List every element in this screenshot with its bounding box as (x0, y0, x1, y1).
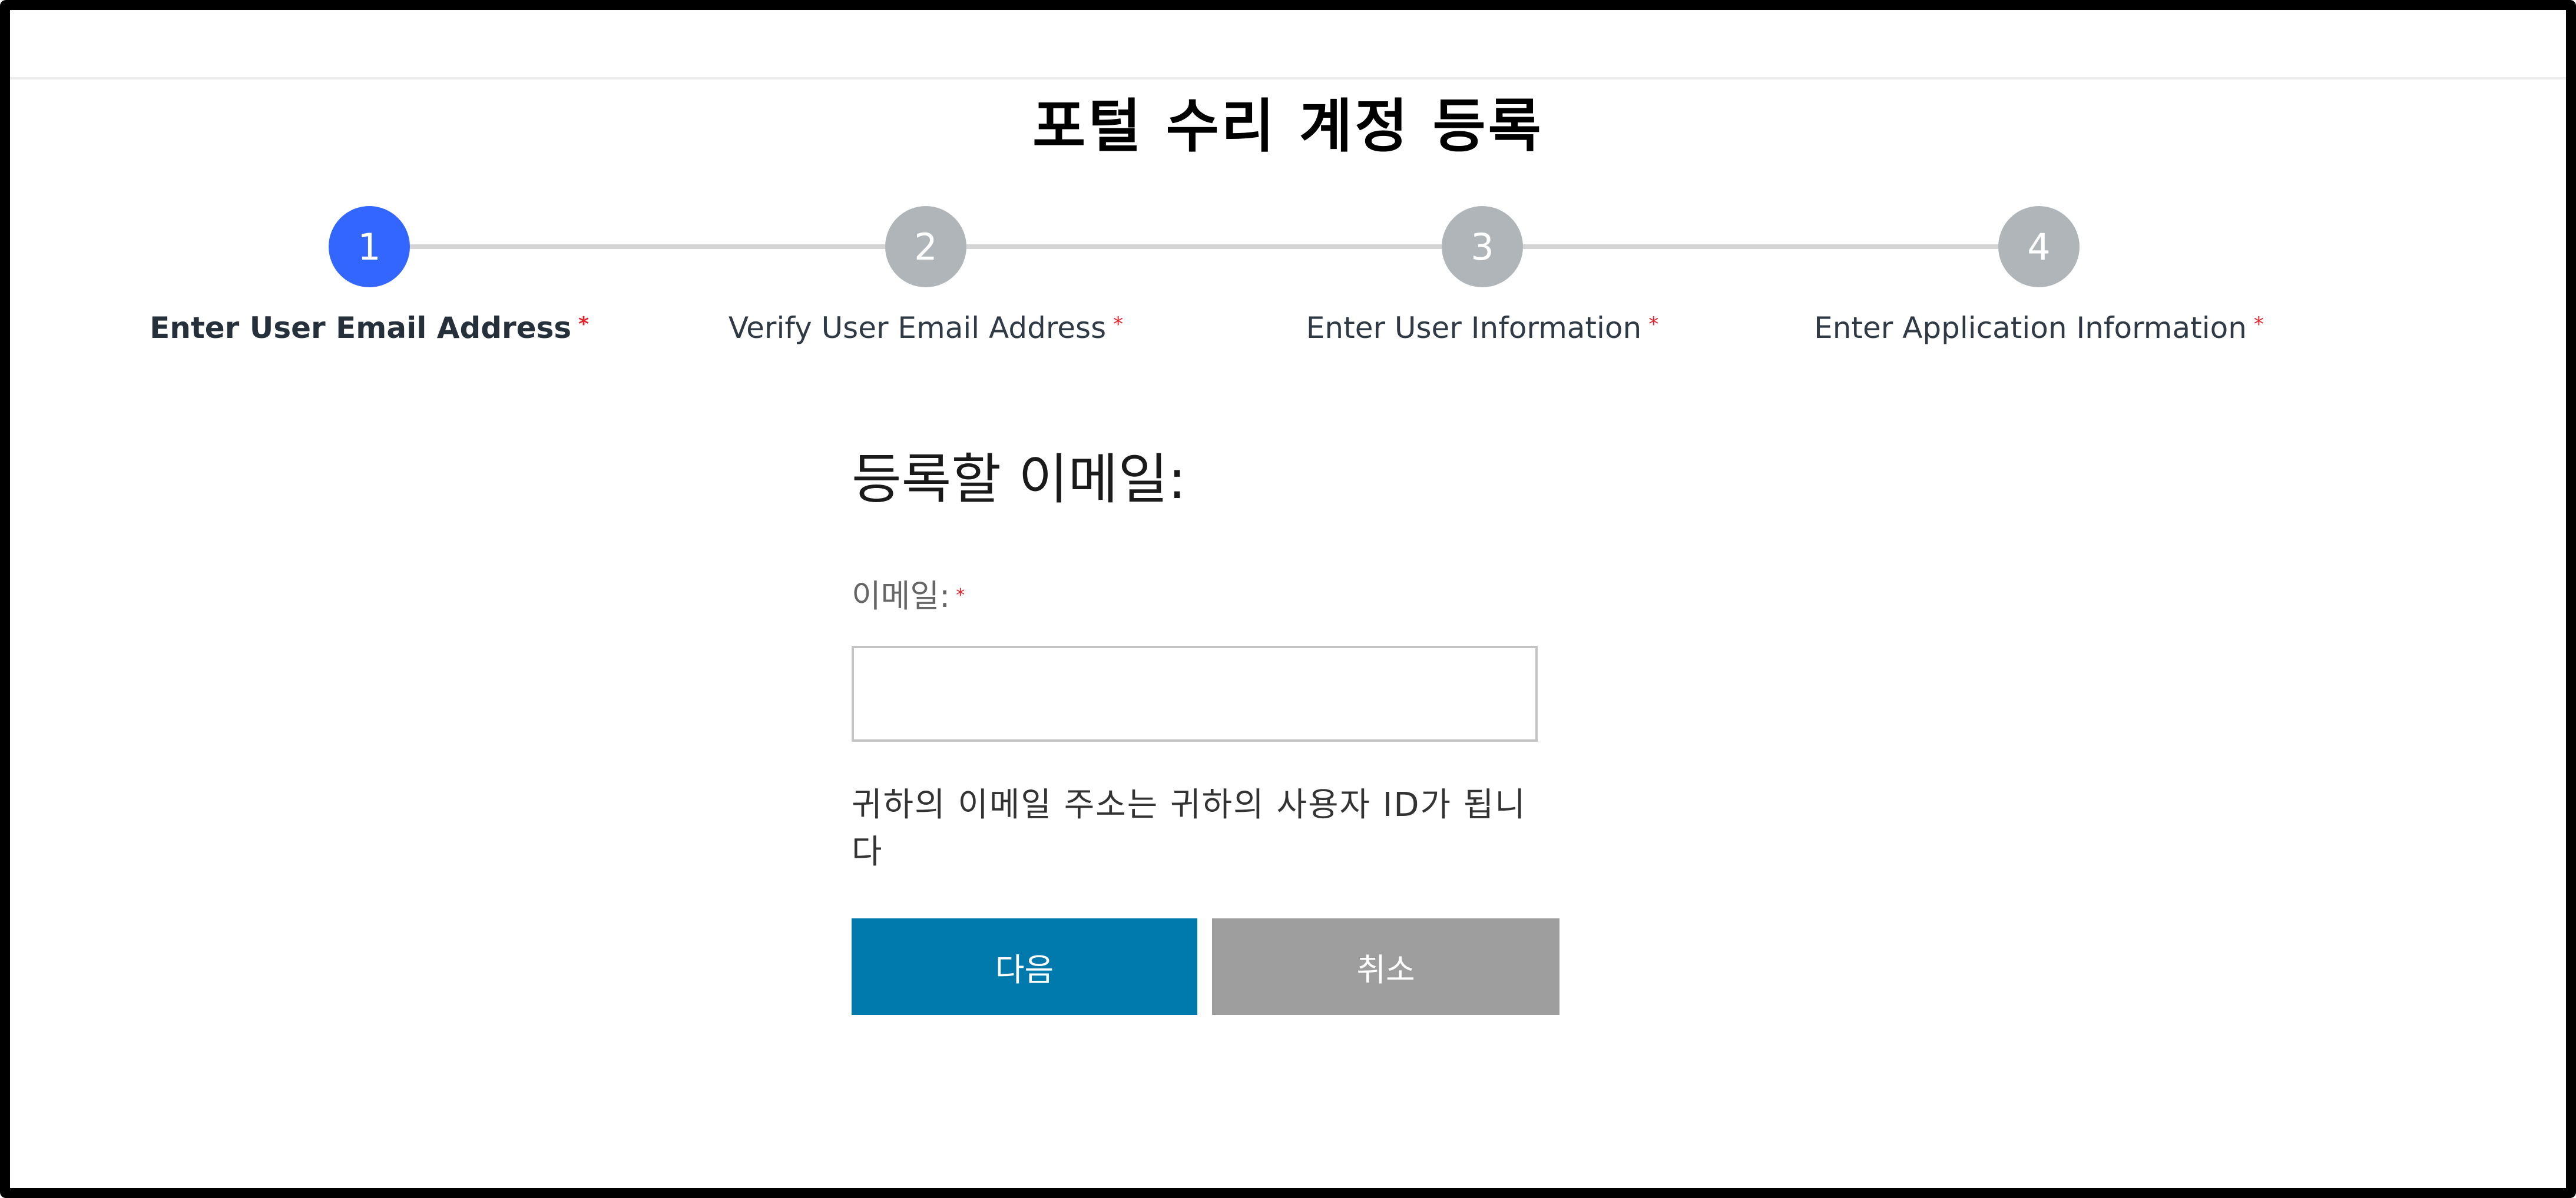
step-connector (410, 244, 885, 249)
email-registration-form: 등록할 이메일: 이메일: * 귀하의 이메일 주소는 귀하의 사용자 ID가 됩… (852, 447, 1570, 1016)
step-4-label: Enter Application Information * (1814, 311, 2264, 345)
step-connector (966, 244, 1442, 249)
step-1-indicator: 1 (329, 206, 410, 287)
form-actions: 다음 취소 (852, 918, 1570, 1016)
step-3-indicator: 3 (1442, 206, 1523, 287)
step-label-text: Enter User Information (1306, 311, 1642, 345)
required-marker: * (1648, 313, 1659, 336)
step-connector (1523, 244, 1998, 249)
form-heading: 등록할 이메일: (852, 448, 1187, 511)
step-label-text: Verify User Email Address (728, 311, 1107, 345)
registration-stepper: 1 2 3 4 Enter User Email Address * Verify… (0, 0, 2576, 377)
step-4-indicator: 4 (1998, 206, 2080, 287)
required-marker: * (956, 585, 965, 606)
email-input[interactable] (852, 646, 1538, 742)
required-marker: * (1113, 313, 1124, 336)
step-number: 3 (1471, 225, 1494, 268)
next-button[interactable]: 다음 (852, 918, 1197, 1016)
step-2-indicator: 2 (885, 206, 966, 287)
email-label: 이메일: * (852, 570, 1570, 616)
required-marker: * (2253, 313, 2264, 336)
cancel-button[interactable]: 취소 (1212, 918, 1559, 1016)
step-number: 4 (2027, 225, 2051, 268)
step-number: 1 (357, 225, 381, 268)
email-help-text: 귀하의 이메일 주소는 귀하의 사용자 ID가 됩니다 (852, 786, 1527, 872)
step-label-text: Enter User Email Address (150, 311, 572, 345)
email-label-text: 이메일: (852, 578, 951, 615)
step-2-label: Verify User Email Address * (729, 311, 1123, 345)
required-marker: * (578, 313, 589, 336)
step-label-text: Enter Application Information (1814, 311, 2247, 345)
step-1-label: Enter User Email Address * (150, 311, 589, 345)
step-number: 2 (914, 225, 938, 268)
step-3-label: Enter User Information * (1306, 311, 1658, 345)
